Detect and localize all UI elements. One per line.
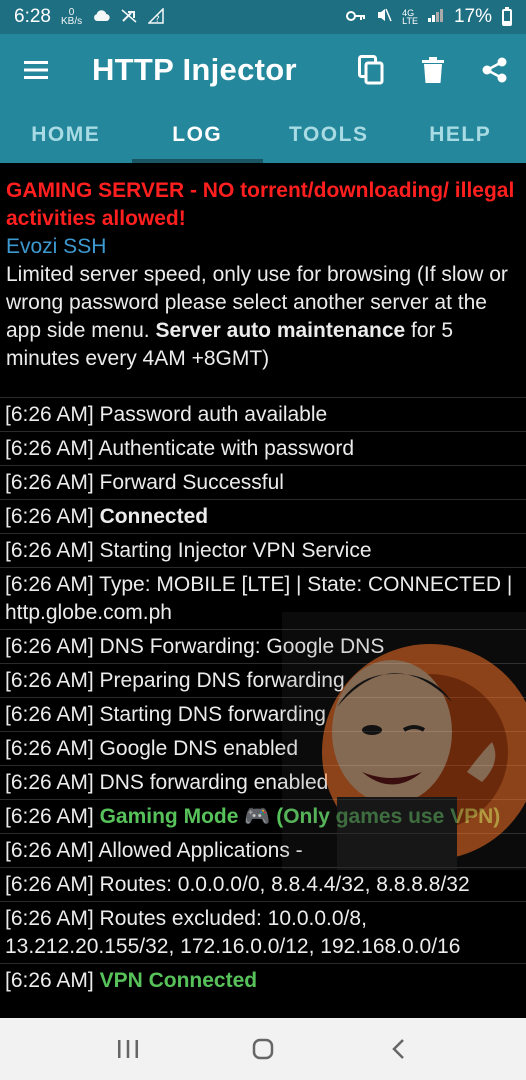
log-timestamp: [6:26 AM] xyxy=(5,737,94,760)
tab-home[interactable]: HOME xyxy=(0,106,132,163)
log-list: [6:26 AM] Password auth available [6:26 A… xyxy=(0,397,526,997)
back-button[interactable] xyxy=(368,1024,428,1074)
server-notice: GAMING SERVER - NO torrent/downloading/ … xyxy=(0,163,526,397)
log-message: Starting Injector VPN Service xyxy=(93,539,372,562)
server-description: Limited server speed, only use for brows… xyxy=(6,263,508,370)
tab-log[interactable]: LOG xyxy=(131,106,264,163)
log-entry: [6:26 AM] Connected xyxy=(0,499,526,533)
server-name: Evozi SSH xyxy=(6,235,107,258)
log-timestamp: [6:26 AM] xyxy=(5,437,94,460)
log-entry: [6:26 AM] DNS forwarding enabled xyxy=(0,765,526,799)
trash-icon xyxy=(422,57,444,83)
no-wifi-data-icon xyxy=(120,8,138,27)
lte-icon: 4G LTE xyxy=(402,8,418,26)
log-timestamp: [6:26 AM] xyxy=(5,839,94,862)
log-highlight: VPN Connected xyxy=(99,969,258,992)
log-entry: [6:26 AM] Routes: 0.0.0.0/0, 8.8.4.4/32,… xyxy=(0,867,526,901)
log-entry: [6:26 AM] Authenticate with password xyxy=(0,431,526,465)
log-timestamp: [6:26 AM] xyxy=(5,873,94,896)
log-message: Google DNS enabled xyxy=(93,737,299,760)
mute-icon xyxy=(376,7,392,27)
log-timestamp: [6:26 AM] xyxy=(5,403,94,426)
log-entry: [6:26 AM] Forward Successful xyxy=(0,465,526,499)
log-message: DNS forwarding enabled xyxy=(93,771,329,794)
log-timestamp: [6:26 AM] xyxy=(5,805,94,828)
battery-icon xyxy=(502,6,512,26)
log-timestamp: [6:26 AM] xyxy=(5,669,94,692)
tab-help[interactable]: HELP xyxy=(395,106,526,163)
log-entry: [6:26 AM] Starting DNS forwarding xyxy=(0,697,526,731)
log-entry: [6:26 AM] Password auth available xyxy=(0,397,526,431)
app-title: HTTP Injector xyxy=(92,52,297,87)
log-entry: [6:26 AM] Preparing DNS forwarding xyxy=(0,663,526,697)
log-message: Authenticate with password xyxy=(93,437,355,460)
delete-button[interactable] xyxy=(402,34,464,106)
cloud-icon xyxy=(92,9,110,25)
log-entry: [6:26 AM] Routes excluded: 10.0.0.0/8, 1… xyxy=(0,901,526,963)
app-bar: HTTP Injector xyxy=(0,34,526,106)
status-time: 6:28 xyxy=(14,6,51,27)
status-bar: 6:28 0 KB/s ? 4G LTE 17% xyxy=(0,0,526,34)
log-message: Preparing DNS forwarding xyxy=(93,669,345,692)
share-icon xyxy=(482,57,507,83)
log-timestamp: [6:26 AM] xyxy=(5,771,94,794)
copy-icon xyxy=(358,55,384,85)
server-warning: GAMING SERVER - NO torrent/downloading/ … xyxy=(6,179,515,230)
log-timestamp: [6:26 AM] xyxy=(5,703,94,726)
tab-bar: HOME LOG TOOLS HELP xyxy=(0,106,526,163)
log-timestamp: [6:26 AM] xyxy=(5,573,94,596)
log-message: Starting DNS forwarding xyxy=(93,703,326,726)
signal-alert-icon: ? xyxy=(147,6,164,27)
share-button[interactable] xyxy=(464,34,526,106)
log-timestamp: [6:26 AM] xyxy=(5,539,94,562)
svg-text:?: ? xyxy=(155,15,160,24)
log-entry: [6:26 AM] Gaming Mode 🎮 (Only games use … xyxy=(0,799,526,833)
log-timestamp: [6:26 AM] xyxy=(5,969,94,992)
log-entry: [6:26 AM] Starting Injector VPN Service xyxy=(0,533,526,567)
home-button[interactable] xyxy=(233,1024,293,1074)
log-entry: [6:26 AM] Google DNS enabled xyxy=(0,731,526,765)
network-speed: 0 KB/s xyxy=(60,7,83,27)
back-icon xyxy=(392,1039,405,1059)
log-message: Routes: 0.0.0.0/0, 8.8.4.4/32, 8.8.8.8/3… xyxy=(93,873,470,896)
hamburger-icon xyxy=(24,61,48,79)
log-panel[interactable]: GAMING SERVER - NO torrent/downloading/ … xyxy=(0,163,526,1018)
copy-button[interactable] xyxy=(340,34,402,106)
log-entry: [6:26 AM] Type: MOBILE [LTE] | State: CO… xyxy=(0,567,526,629)
recents-button[interactable] xyxy=(98,1024,158,1074)
log-entry: [6:26 AM] Allowed Applications - xyxy=(0,833,526,867)
log-timestamp: [6:26 AM] xyxy=(5,907,94,930)
menu-button[interactable] xyxy=(0,34,72,106)
vpn-key-icon xyxy=(346,9,366,26)
home-icon xyxy=(252,1038,274,1060)
log-timestamp: [6:26 AM] xyxy=(5,505,94,528)
signal-icon xyxy=(427,8,444,26)
system-nav-bar xyxy=(0,1018,526,1080)
tab-tools[interactable]: TOOLS xyxy=(263,106,395,163)
log-entry: [6:26 AM] DNS Forwarding: Google DNS xyxy=(0,629,526,663)
log-message: DNS Forwarding: Google DNS xyxy=(93,635,385,658)
log-timestamp: [6:26 AM] xyxy=(5,471,94,494)
log-highlight: Gaming Mode 🎮 (Only games use VPN) xyxy=(99,805,501,828)
battery-percent: 17% xyxy=(453,6,492,27)
recents-icon xyxy=(117,1040,138,1058)
log-highlight: Connected xyxy=(99,505,209,528)
log-message: Password auth available xyxy=(93,403,328,426)
log-message: Forward Successful xyxy=(93,471,284,494)
log-timestamp: [6:26 AM] xyxy=(5,635,94,658)
log-message: Allowed Applications - xyxy=(93,839,303,862)
log-entry: [6:26 AM] VPN Connected xyxy=(0,963,526,997)
